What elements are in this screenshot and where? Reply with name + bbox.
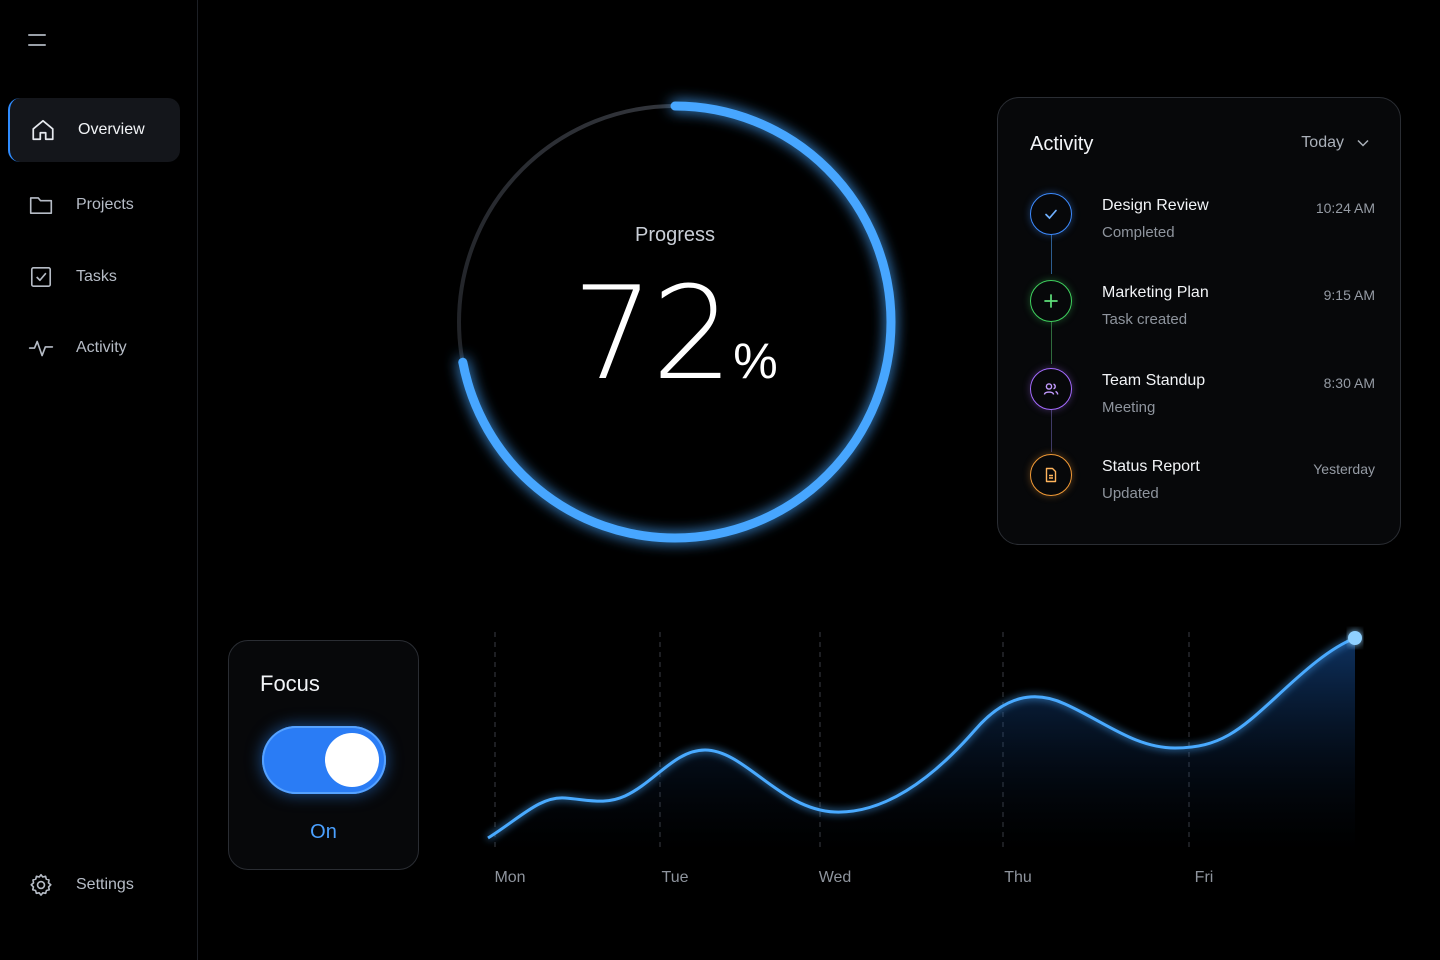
weekly-chart: Mon Tue Wed Thu Fri — [460, 620, 1400, 910]
progress-label: Progress — [634, 224, 716, 246]
settings-label: Settings — [76, 876, 134, 893]
toggle-knob — [325, 733, 379, 787]
activity-item[interactable]: Marketing Plan Task created 9:15 AM — [1030, 280, 1375, 340]
home-icon — [30, 117, 56, 143]
activity-title: Activity — [1030, 133, 1094, 155]
menu-icon[interactable] — [28, 34, 50, 54]
activity-item-time: Yesterday — [1313, 461, 1375, 477]
chart-area — [488, 638, 1355, 852]
activity-item-status: Meeting — [1102, 399, 1156, 416]
progress-number: 72 — [572, 260, 733, 409]
chart-x-tick-label: Wed — [818, 869, 852, 886]
chart-end-point — [1348, 631, 1362, 645]
sidebar-item-label: Activity — [76, 339, 127, 356]
sidebar-item-settings[interactable]: Settings — [8, 853, 180, 917]
sidebar-item-label: Projects — [76, 196, 134, 213]
chart-x-tick-label: Fri — [1194, 869, 1214, 886]
document-icon — [1030, 454, 1072, 496]
activity-item-name: Status Report — [1102, 458, 1200, 475]
activity-filter-dropdown[interactable]: Today — [1301, 134, 1370, 152]
activity-item-status: Task created — [1102, 311, 1188, 328]
chart-graphic — [487, 631, 1362, 852]
activity-item[interactable]: Design Review Completed 10:24 AM — [1030, 193, 1375, 253]
chart-x-tick-label: Tue — [661, 869, 689, 886]
users-icon — [1030, 368, 1072, 410]
progress-value: 72% — [440, 260, 910, 409]
activity-item-time: 9:15 AM — [1323, 287, 1375, 303]
sidebar-item-tasks[interactable]: Tasks — [8, 245, 180, 309]
focus-title: Focus — [260, 671, 320, 696]
activity-item-name: Team Standup — [1102, 372, 1206, 389]
focus-state-label: On — [310, 821, 337, 843]
activity-card: Activity Today Design Review Completed 1… — [997, 97, 1401, 545]
chart-x-tick-label: Thu — [1004, 869, 1032, 886]
chart-x-tick-label: Mon — [494, 869, 526, 886]
sidebar-item-activity[interactable]: Activity — [8, 316, 180, 380]
chevron-down-icon — [1357, 139, 1369, 147]
plus-icon — [1030, 280, 1072, 322]
activity-item[interactable]: Status Report Updated Yesterday — [1030, 454, 1375, 514]
activity-item-time: 10:24 AM — [1315, 200, 1375, 216]
focus-card: Focus On — [228, 640, 419, 870]
activity-item-status: Completed — [1102, 224, 1175, 241]
activity-item-status: Updated — [1102, 485, 1159, 502]
folder-icon — [28, 192, 54, 218]
activity-item-time: 8:30 AM — [1323, 375, 1375, 391]
activity-item-name: Design Review — [1102, 197, 1209, 214]
progress-unit: % — [733, 333, 778, 389]
check-icon — [1030, 193, 1072, 235]
progress-ring: Progress 72% — [440, 80, 910, 560]
sidebar-item-projects[interactable]: Projects — [8, 173, 180, 237]
focus-toggle[interactable] — [262, 726, 386, 794]
activity-filter-label: Today — [1301, 134, 1344, 151]
gear-icon — [28, 872, 54, 898]
activity-item[interactable]: Team Standup Meeting 8:30 AM — [1030, 368, 1375, 428]
pulse-icon — [28, 335, 54, 361]
sidebar-item-overview[interactable]: Overview — [8, 98, 180, 162]
sidebar-item-label: Tasks — [76, 268, 117, 285]
activity-item-name: Marketing Plan — [1102, 284, 1209, 301]
sidebar: Overview Projects Tasks Activity Setting… — [0, 0, 198, 960]
sidebar-item-label: Overview — [78, 121, 145, 138]
checkbox-icon — [28, 264, 54, 290]
